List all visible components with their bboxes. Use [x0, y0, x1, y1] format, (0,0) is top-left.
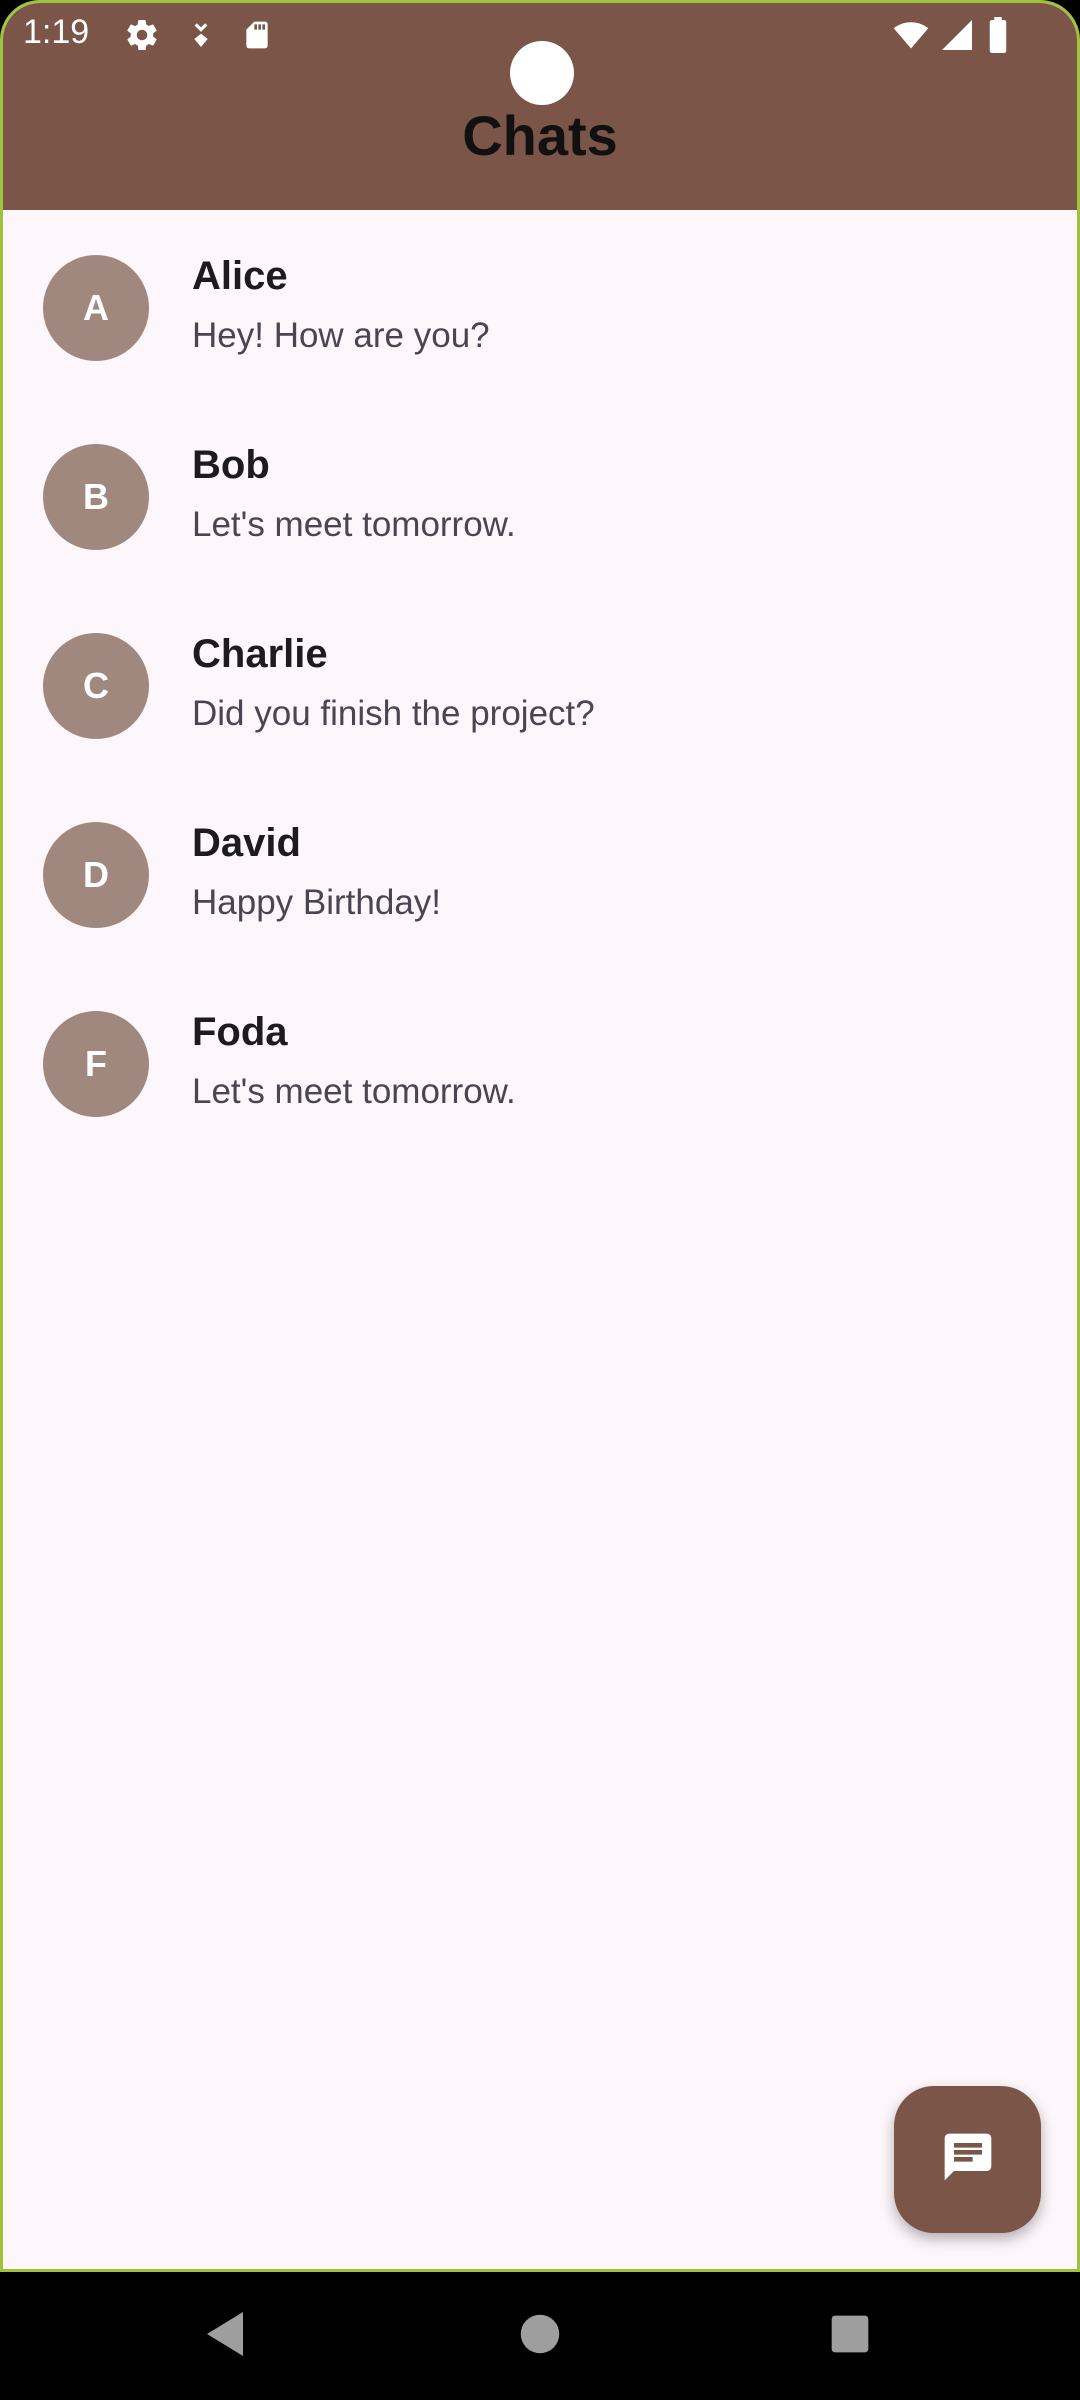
chat-list: A Alice Hey! How are you? B Bob Let's me…	[3, 210, 1077, 1155]
battery-icon	[987, 17, 1009, 58]
avatar: F	[43, 1011, 149, 1117]
chat-name: David	[192, 821, 301, 865]
home-icon	[519, 2313, 561, 2360]
app-screen: 1:19 Chats A Alice Hey! How are you? B B…	[0, 0, 1080, 2272]
chat-message: Happy Birthday!	[192, 883, 442, 922]
app-bar: 1:19 Chats	[3, 3, 1077, 210]
chat-name: Charlie	[192, 632, 328, 676]
chat-message: Let's meet tomorrow.	[192, 505, 516, 544]
recents-button[interactable]	[770, 2272, 930, 2400]
chat-message: Let's meet tomorrow.	[192, 1072, 516, 1111]
download-icon	[185, 17, 217, 58]
chat-item-charlie[interactable]: C Charlie Did you finish the project?	[3, 588, 1077, 777]
message-icon	[940, 2129, 996, 2190]
back-button[interactable]	[145, 2272, 305, 2400]
home-button[interactable]	[460, 2272, 620, 2400]
camera-cutout	[510, 41, 574, 105]
sd-card-icon	[241, 17, 273, 58]
back-icon	[203, 2310, 247, 2363]
avatar: A	[43, 255, 149, 361]
chat-message: Hey! How are you?	[192, 316, 490, 355]
chat-message: Did you finish the project?	[192, 694, 595, 733]
chat-name: Bob	[192, 443, 270, 487]
chat-item-bob[interactable]: B Bob Let's meet tomorrow.	[3, 399, 1077, 588]
gear-icon	[124, 17, 160, 58]
page-title: Chats	[462, 104, 618, 167]
chat-item-foda[interactable]: F Foda Let's meet tomorrow.	[3, 966, 1077, 1155]
recents-icon	[830, 2314, 870, 2359]
signal-icon	[939, 17, 975, 58]
wifi-icon	[891, 17, 931, 58]
avatar: B	[43, 444, 149, 550]
chat-item-alice[interactable]: A Alice Hey! How are you?	[3, 210, 1077, 399]
avatar: C	[43, 633, 149, 739]
status-time: 1:19	[23, 13, 90, 51]
chat-item-david[interactable]: D David Happy Birthday!	[3, 777, 1077, 966]
new-chat-button[interactable]	[894, 2086, 1041, 2233]
chat-name: Foda	[192, 1010, 288, 1054]
navigation-bar	[0, 2272, 1080, 2400]
chat-name: Alice	[192, 254, 288, 298]
avatar: D	[43, 822, 149, 928]
